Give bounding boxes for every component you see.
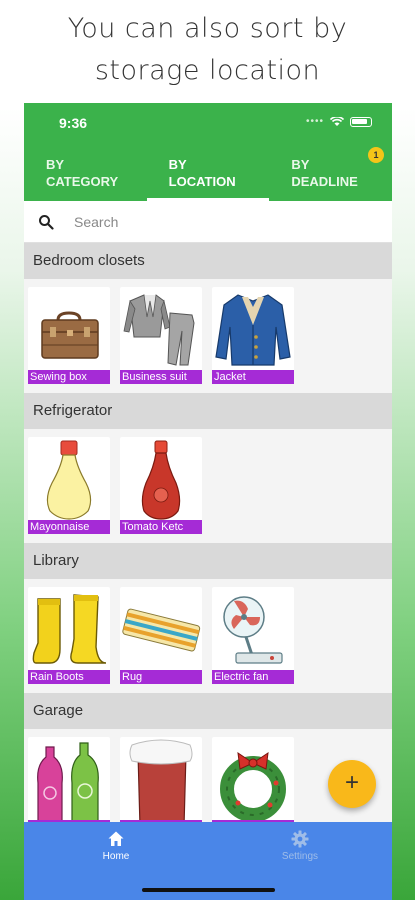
item-image <box>120 437 202 527</box>
section-items: Sewing box Business suit Jacket <box>24 279 392 393</box>
item-image <box>212 737 294 827</box>
item-image <box>120 587 202 677</box>
tab-label-line1: BY <box>46 157 65 172</box>
item-image <box>212 287 294 377</box>
search-bar <box>24 201 392 243</box>
tab-by-category[interactable]: BY CATEGORY <box>24 145 147 201</box>
caption-line-2: storage location <box>94 55 321 86</box>
deadline-badge: 1 <box>368 147 385 163</box>
item-image <box>120 287 202 377</box>
item-label: Electric fan <box>212 670 294 684</box>
home-indicator <box>142 888 275 892</box>
nav-label-home: Home <box>102 851 130 862</box>
item-label: Jacket <box>212 370 294 384</box>
status-bar: 9:36 •••• <box>24 103 392 145</box>
caption-line-1: You can also sort by <box>67 13 348 44</box>
item-label: Rug <box>120 670 202 684</box>
section-header-library: Library <box>24 543 392 579</box>
item-label: Rain Boots <box>28 670 110 684</box>
item-jacket[interactable]: Jacket <box>212 287 294 393</box>
phone-screen: 9:36 •••• BY CATEGORY BY LOCATION BY DEA… <box>24 103 392 900</box>
item-image <box>28 737 110 827</box>
promo-caption: You can also sort by storage location <box>0 8 415 92</box>
ketchup-bottle-icon <box>141 440 181 520</box>
wifi-icon <box>330 116 344 126</box>
item-rain-boots[interactable]: Rain Boots <box>28 587 110 693</box>
battery-icon <box>350 116 372 127</box>
section-header-garage: Garage <box>24 693 392 729</box>
mayonnaise-bottle-icon <box>46 440 92 520</box>
item-image <box>28 437 110 527</box>
electric-fan-icon <box>223 596 283 664</box>
gear-icon <box>291 830 309 848</box>
item-electric-fan[interactable]: Electric fan <box>212 587 294 693</box>
item-business-suit[interactable]: Business suit <box>120 287 202 393</box>
add-item-button[interactable]: + <box>328 760 376 808</box>
item-sewing-box[interactable]: Sewing box <box>28 287 110 393</box>
status-time: 9:36 <box>59 115 88 131</box>
section-items: Rain Boots Rug Electric fan <box>24 579 392 693</box>
tab-by-deadline[interactable]: BY DEADLINE 1 <box>269 145 392 201</box>
home-icon <box>108 831 124 846</box>
item-mayonnaise[interactable]: Mayonnaise <box>28 437 110 543</box>
section-items: Mayonnaise Tomato Ketc <box>24 429 392 543</box>
nav-label-settings: Settings <box>281 851 319 862</box>
tab-by-location[interactable]: BY LOCATION <box>146 145 270 201</box>
item-label: Mayonnaise <box>28 520 110 534</box>
item-image <box>120 737 202 827</box>
jacket-icon <box>215 294 291 366</box>
item-image <box>28 287 110 377</box>
signal-icon: •••• <box>305 116 324 127</box>
item-tomato-ketchup[interactable]: Tomato Ketc <box>120 437 202 543</box>
item-rug[interactable]: Rug <box>120 587 202 693</box>
item-label: Sewing box <box>28 370 110 384</box>
search-input[interactable] <box>74 213 324 230</box>
rain-boots-icon <box>32 594 107 664</box>
section-header-refrigerator: Refrigerator <box>24 393 392 429</box>
item-label: Business suit <box>120 370 202 384</box>
tab-label-line2: CATEGORY <box>46 174 119 189</box>
item-image <box>28 587 110 677</box>
item-label: Tomato Ketc <box>120 520 202 534</box>
tab-label-line2: DEADLINE <box>291 174 358 189</box>
tab-label-line1: BY <box>168 157 187 172</box>
tab-bar: BY CATEGORY BY LOCATION BY DEADLINE 1 <box>24 145 392 201</box>
tab-label-line2: LOCATION <box>168 174 236 189</box>
rug-icon <box>122 608 201 652</box>
stocking-icon <box>129 739 193 827</box>
status-icons: •••• <box>306 116 372 127</box>
suit-icon <box>123 294 195 366</box>
item-image <box>212 587 294 677</box>
search-icon <box>39 214 54 230</box>
toolbox-icon <box>41 311 99 359</box>
bottles-icon <box>37 742 99 822</box>
wreath-icon <box>220 751 286 822</box>
section-header-bedroom-closets: Bedroom closets <box>24 243 392 279</box>
